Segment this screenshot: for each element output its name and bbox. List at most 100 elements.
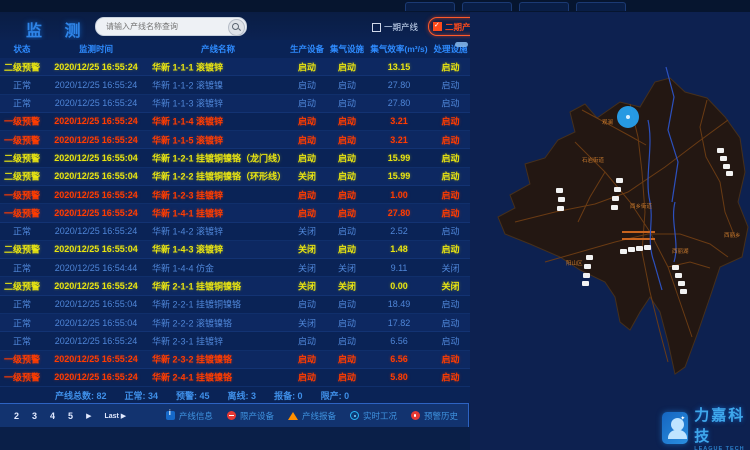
factory-marker[interactable] [616, 178, 623, 183]
factory-marker[interactable] [717, 148, 724, 153]
toolbar-button-limit[interactable]: 限产设备 [227, 410, 274, 422]
page-button[interactable]: 2 [14, 411, 19, 421]
next-page-button[interactable]: ▶ [86, 412, 91, 420]
cell-gas: 启动 [327, 243, 367, 256]
search-button[interactable] [228, 19, 245, 36]
table-row[interactable]: 正常2020/12/25 16:55:24华新 1-1-2 滚镀镍启动启动27.… [0, 76, 470, 94]
page-button[interactable]: 3 [32, 411, 37, 421]
factory-marker[interactable] [644, 245, 651, 250]
cell-time: 2020/12/25 16:55:24 [44, 372, 148, 382]
top-tab[interactable] [462, 2, 512, 11]
cell-name: 华新 2-2-2 滚镀镍铬 [152, 316, 286, 329]
factory-marker[interactable] [584, 264, 591, 269]
col-time: 监测时间 [44, 43, 148, 55]
table-row[interactable]: 正常2020/12/25 16:55:24华新 2-3-1 挂镀锌启动启动6.5… [0, 332, 470, 350]
factory-marker[interactable] [636, 246, 643, 251]
checkbox-icon [372, 23, 381, 32]
cell-prod: 启动 [287, 334, 327, 347]
cell-status: 正常 [0, 334, 44, 347]
cell-name: 华新 2-3-1 挂镀锌 [152, 334, 286, 347]
cell-prod: 启动 [287, 133, 327, 146]
cell-proc: 关闭 [431, 261, 470, 274]
table-row[interactable]: 一级预警2020/12/25 16:55:24华新 1-1-5 滚镀锌启动启动3… [0, 131, 470, 149]
cell-time: 2020/12/25 16:55:24 [44, 354, 148, 364]
factory-marker[interactable] [723, 164, 730, 169]
table-row[interactable]: 一级预警2020/12/25 16:55:24华新 2-3-2 挂镀镍铬启动启动… [0, 351, 470, 369]
table-row[interactable]: 正常2020/12/25 16:55:24华新 1-1-3 滚镀锌启动启动27.… [0, 95, 470, 113]
pagination: 2 3 4 5 ▶ Last ▶ [14, 404, 126, 427]
factory-marker[interactable] [614, 187, 621, 192]
toolbar-button-info[interactable]: 产线信息 [166, 410, 213, 422]
table-row[interactable]: 二级预警2020/12/25 16:55:24华新 2-1-1 挂镀铜镍铬关闭关… [0, 277, 470, 295]
cell-name: 华新 2-2-1 挂镀铜镍铬 [152, 298, 286, 311]
cell-eff: 3.21 [367, 116, 431, 126]
top-tab[interactable] [576, 2, 626, 11]
cell-status: 一级预警 [0, 115, 44, 128]
table-row[interactable]: 一级预警2020/12/25 16:55:24华新 1-2-3 挂镀锌启动启动1… [0, 186, 470, 204]
factory-marker[interactable] [678, 281, 685, 286]
cell-gas: 启动 [327, 170, 367, 183]
cell-status: 二级预警 [0, 280, 44, 293]
scrollbar-thumb[interactable] [455, 42, 468, 47]
factory-marker[interactable] [620, 249, 627, 254]
factory-marker[interactable] [556, 188, 563, 193]
factory-marker[interactable] [558, 197, 565, 202]
alert-marker[interactable] [617, 106, 639, 128]
map-place-label: 西丽湖 [672, 247, 689, 255]
factory-marker[interactable] [628, 247, 635, 252]
cell-time: 2020/12/25 16:55:04 [44, 153, 148, 163]
factory-marker[interactable] [672, 265, 679, 270]
page-button[interactable]: 4 [50, 411, 55, 421]
table-row[interactable]: 二级预警2020/12/25 16:55:04华新 1-2-2 挂镀铜镍铬（环形… [0, 168, 470, 186]
cell-proc: 关闭 [431, 280, 470, 293]
factory-marker[interactable] [583, 273, 590, 278]
factory-marker[interactable] [586, 255, 593, 260]
table-row[interactable]: 二级预警2020/12/25 16:55:04华新 1-2-1 挂镀铜镍铬（龙门… [0, 149, 470, 167]
last-page-button[interactable]: Last ▶ [104, 412, 126, 420]
cell-name: 华新 1-2-3 挂镀锌 [152, 188, 286, 201]
cell-prod: 关闭 [287, 243, 327, 256]
phase1-checkbox[interactable]: 一期产线 [372, 21, 418, 33]
cell-name: 华新 1-2-2 挂镀铜镍铬（环形线） [152, 170, 286, 183]
cell-proc: 启动 [431, 133, 470, 146]
table-row[interactable]: 一级预警2020/12/25 16:55:24华新 1-4-1 挂镀锌启动启动2… [0, 204, 470, 222]
table-row[interactable]: 正常2020/12/25 16:55:04华新 2-2-1 挂镀铜镍铬启动启动1… [0, 296, 470, 314]
cell-proc: 启动 [431, 170, 470, 183]
toolbar-button-alarm[interactable]: 预警历史 [411, 410, 458, 422]
cell-prod: 启动 [287, 97, 327, 110]
table-row[interactable]: 正常2020/12/25 16:55:24华新 1-4-2 滚镀锌关闭启动2.5… [0, 223, 470, 241]
factory-marker[interactable] [557, 206, 564, 211]
cell-gas: 关闭 [327, 280, 367, 293]
cell-name: 华新 1-4-2 滚镀锌 [152, 225, 286, 238]
table-row[interactable]: 正常2020/12/25 16:54:44华新 1-4-4 仿金关闭关闭9.11… [0, 259, 470, 277]
table-row[interactable]: 正常2020/12/25 16:55:04华新 2-2-2 滚镀镍铬关闭启动17… [0, 314, 470, 332]
factory-marker[interactable] [680, 289, 687, 294]
search-input[interactable] [104, 19, 226, 34]
factory-marker[interactable] [612, 196, 619, 201]
cell-name: 华新 1-1-3 滚镀锌 [152, 97, 286, 110]
factory-marker[interactable] [675, 273, 682, 278]
cell-status: 二级预警 [0, 152, 44, 165]
map-place-label: 观澜 [602, 118, 614, 126]
cell-time: 2020/12/25 16:55:04 [44, 244, 148, 254]
top-tab[interactable] [519, 2, 569, 11]
table-row[interactable]: 一级预警2020/12/25 16:55:24华新 2-4-1 挂镀镍铬启动启动… [0, 369, 470, 387]
district-map[interactable]: 石岩街道观澜西乡街道阳山区西丽湖西丽乡 [470, 12, 750, 450]
factory-marker[interactable] [720, 156, 727, 161]
map-area: 石岩街道观澜西乡街道阳山区西丽湖西丽乡 [470, 12, 750, 450]
cell-status: 正常 [0, 225, 44, 238]
toolbar-button-realtime[interactable]: 实时工况 [350, 410, 397, 422]
factory-marker[interactable] [582, 281, 589, 286]
factory-marker[interactable] [611, 205, 618, 210]
page-button[interactable]: 5 [68, 411, 73, 421]
summary-item: 产线总数: 82 [55, 389, 107, 402]
table-row[interactable]: 二级预警2020/12/25 16:55:04华新 1-4-3 滚镀锌关闭启动1… [0, 241, 470, 259]
table-row[interactable]: 二级预警2020/12/25 16:55:24华新 1-1-1 滚镀锌启动启动1… [0, 58, 470, 76]
factory-marker[interactable] [726, 171, 733, 176]
table-row[interactable]: 一级预警2020/12/25 16:55:24华新 1-1-4 滚镀锌启动启动3… [0, 113, 470, 131]
cell-proc: 启动 [431, 115, 470, 128]
cell-prod: 启动 [287, 188, 327, 201]
summary-item: 离线: 3 [228, 389, 257, 402]
top-tab[interactable] [405, 2, 455, 11]
toolbar-button-report[interactable]: 产线报备 [288, 410, 336, 422]
